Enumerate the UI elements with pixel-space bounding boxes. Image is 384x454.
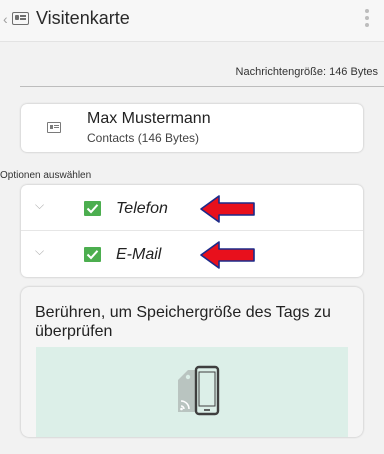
chevron-down-icon[interactable]: ⌵ (35, 198, 44, 213)
options-section-label: Optionen auswählen (0, 170, 92, 181)
option-label-email: E-Mail (116, 246, 162, 263)
option-row-email[interactable]: ⌵ E-Mail (21, 231, 363, 277)
red-arrow-icon (200, 195, 255, 223)
email-checkbox[interactable] (84, 247, 101, 262)
message-size-label: Nachrichtengröße: 146 Bytes (235, 66, 378, 78)
more-vert-icon[interactable] (364, 9, 370, 31)
chevron-down-icon[interactable]: ⌵ (35, 244, 44, 259)
tag-size-check-card[interactable]: Berühren, um Speichergröße des Tags zu ü… (21, 287, 363, 437)
app-bar: ‹ Visitenkarte (0, 0, 384, 42)
red-arrow-icon (200, 241, 255, 269)
contact-detail: Contacts (146 Bytes) (87, 131, 200, 145)
contact-record-card[interactable]: Max Mustermann Contacts (146 Bytes) (21, 104, 363, 152)
option-row-telefon[interactable]: ⌵ Telefon (21, 185, 363, 231)
contact-card-icon (47, 122, 61, 133)
divider (20, 86, 384, 87)
options-list: ⌵ Telefon ⌵ E-Mail (21, 185, 363, 277)
chevron-left-icon[interactable]: ‹ (3, 12, 8, 26)
contact-name: Max Mustermann (87, 110, 211, 127)
scan-illustration-area (36, 347, 348, 437)
page-title: Visitenkarte (36, 8, 130, 28)
telefon-checkbox[interactable] (84, 201, 101, 216)
nfc-tag-phone-icon (178, 365, 220, 416)
contact-card-icon (12, 12, 29, 25)
scan-instruction: Berühren, um Speichergröße des Tags zu ü… (35, 304, 331, 340)
option-label-telefon: Telefon (116, 200, 168, 217)
